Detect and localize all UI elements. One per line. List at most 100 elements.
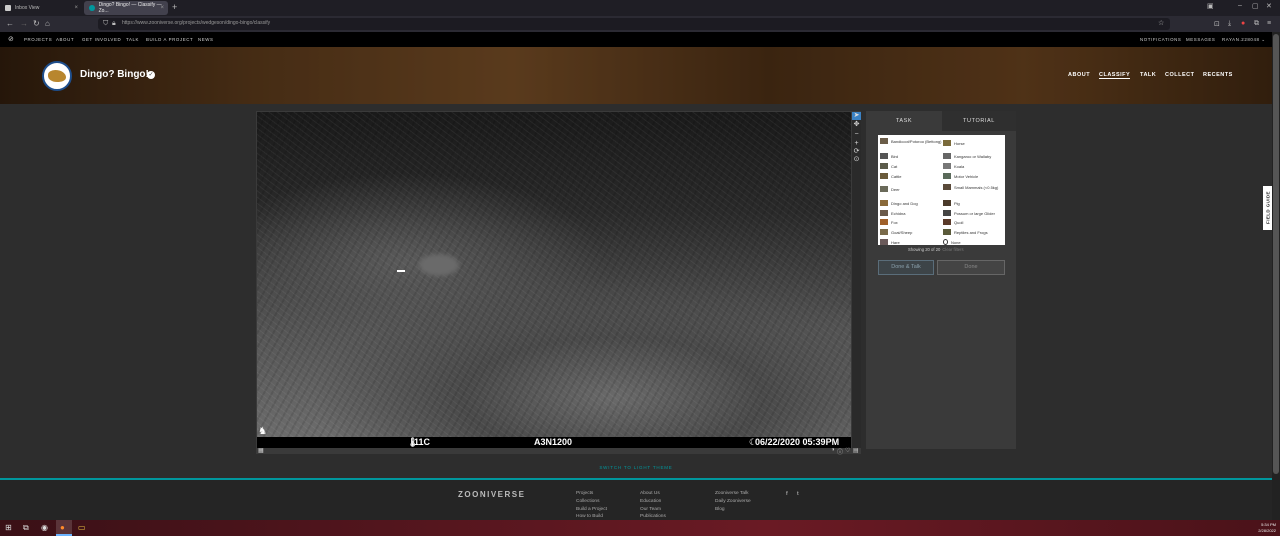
steam-icon[interactable]: ◉ xyxy=(41,523,48,532)
nav-build-a-project[interactable]: BUILD A PROJECT xyxy=(146,37,193,42)
choice-fox[interactable]: Fox xyxy=(880,219,898,225)
project-nav-talk[interactable]: TALK xyxy=(1140,72,1156,78)
favorite-heart-icon[interactable]: ♡ xyxy=(845,447,850,454)
facebook-icon[interactable]: f xyxy=(786,491,788,497)
zoom-in-icon[interactable]: + xyxy=(852,140,861,148)
pocket-icon[interactable]: ⊡ xyxy=(1214,20,1220,28)
footer-link-projects[interactable]: Projects xyxy=(576,491,593,496)
extension-icon[interactable]: ● xyxy=(1241,20,1245,27)
footer-link-about-us[interactable]: About Us xyxy=(640,491,660,496)
account-icon[interactable]: ▣ xyxy=(1207,2,1214,10)
new-tab-button[interactable]: + xyxy=(172,2,177,12)
done-and-talk-button[interactable]: Done & Talk xyxy=(878,260,934,275)
footer-link-talk[interactable]: Zooniverse Talk xyxy=(715,491,749,496)
close-window-icon[interactable]: ✕ xyxy=(1266,2,1272,10)
twitter-icon[interactable]: t xyxy=(797,491,799,497)
close-tab-icon[interactable]: × xyxy=(74,5,78,11)
footer-link-build[interactable]: Build a Project xyxy=(576,507,607,512)
browser-tab-inbox[interactable]: Inbox View × xyxy=(0,1,82,15)
downloads-icon[interactable]: ⤓ xyxy=(1228,20,1231,28)
pointer-tool-icon[interactable]: ➤ xyxy=(852,112,861,120)
bookmark-star-icon[interactable]: ☆ xyxy=(1158,19,1164,27)
nav-news[interactable]: NEWS xyxy=(198,37,214,42)
reload-icon[interactable]: ↻ xyxy=(33,19,40,28)
choice-reptiles[interactable]: Reptiles and Frogs xyxy=(943,229,988,235)
footer-link-blog[interactable]: Blog xyxy=(715,507,725,512)
zooniverse-logo-icon[interactable]: ⊘ xyxy=(8,35,14,43)
close-tab-icon[interactable]: × xyxy=(160,5,164,11)
choice-echidna[interactable]: Echidna xyxy=(880,210,905,216)
subject-image[interactable]: ♞ 🌡︎ 11C A3N1200 ☾ 06/22/2020 05:39PM xyxy=(257,112,851,448)
project-nav-classify[interactable]: CLASSIFY xyxy=(1099,72,1131,79)
choice-bandicoot[interactable]: Bandicoot/Potoroo (Bettong) xyxy=(880,138,942,144)
tab-tutorial[interactable]: TUTORIAL xyxy=(942,111,1016,131)
choice-goat-sheep[interactable]: Goat/Sheep xyxy=(880,229,912,235)
extensions-icon[interactable]: ⧉ xyxy=(1254,20,1259,28)
footer-link-education[interactable]: Education xyxy=(640,499,661,504)
move-tool-icon[interactable]: ✥ xyxy=(852,121,861,129)
contrast-icon[interactable]: ◑ xyxy=(831,447,835,453)
footer-link-our-team[interactable]: Our Team xyxy=(640,507,661,512)
switch-theme-link[interactable]: SWITCH TO LIGHT THEME xyxy=(0,465,1272,470)
choice-horse[interactable]: Horse xyxy=(943,140,965,146)
zoom-out-icon[interactable]: − xyxy=(852,131,861,139)
project-title[interactable]: Dingo? Bingo! xyxy=(80,69,149,80)
clear-filters-link[interactable]: Clear filters xyxy=(942,247,963,252)
scrollbar-thumb[interactable] xyxy=(1273,34,1279,474)
firefox-taskbar-button[interactable]: ● xyxy=(56,520,72,536)
choice-dingo[interactable]: Dingo and Dog xyxy=(880,200,918,206)
nav-talk[interactable]: TALK xyxy=(126,37,139,42)
forward-icon[interactable]: → xyxy=(20,19,28,28)
back-icon[interactable]: ← xyxy=(6,19,14,28)
footer-link-how-to-build[interactable]: How to Build xyxy=(576,514,603,519)
choice-bird[interactable]: Bird xyxy=(880,153,898,159)
footer-link-publications[interactable]: Publications xyxy=(640,514,666,519)
minimize-icon[interactable]: – xyxy=(1238,2,1242,9)
collections-icon[interactable]: ▤ xyxy=(853,447,859,454)
menu-icon[interactable]: ≡ xyxy=(1267,20,1271,27)
field-guide-button[interactable]: FIELD GUIDE xyxy=(1263,186,1272,230)
task-view-icon[interactable]: ⧉ xyxy=(23,523,29,533)
home-icon[interactable]: ⌂ xyxy=(45,19,50,28)
nav-messages[interactable]: MESSAGES xyxy=(1186,37,1215,42)
project-nav-recents[interactable]: RECENTS xyxy=(1203,72,1233,78)
choice-kangaroo[interactable]: Kangaroo or Wallaby xyxy=(943,153,991,159)
file-explorer-icon[interactable]: ▭ xyxy=(78,523,86,532)
tab-task[interactable]: TASK xyxy=(866,111,942,131)
footer-logo[interactable]: ZOONIVERSE xyxy=(458,490,525,499)
nav-projects[interactable]: PROJECTS xyxy=(24,37,52,42)
footer-link-daily[interactable]: Daily Zooniverse xyxy=(715,499,751,504)
footer-link-collections[interactable]: Collections xyxy=(576,499,599,504)
reset-icon[interactable]: ⊙ xyxy=(852,156,861,164)
url-bar[interactable]: ⛉ 🔒︎ https://www.zooniverse.org/projects… xyxy=(98,18,1170,30)
browser-tab-dingo[interactable]: Dingo? Bingo! — Classify — Zo... × xyxy=(84,1,168,15)
choice-motor-vehicle[interactable]: Motor Vehicle xyxy=(943,173,978,179)
windows-start-icon[interactable]: ⊞ xyxy=(5,523,12,532)
done-button[interactable]: Done xyxy=(937,260,1005,275)
nav-notifications[interactable]: NOTIFICATIONS xyxy=(1140,37,1181,42)
project-nav-about[interactable]: ABOUT xyxy=(1068,72,1090,78)
rotate-icon[interactable]: ⟳ xyxy=(852,148,861,156)
page-scrollbar[interactable] xyxy=(1272,32,1280,520)
nav-get-involved[interactable]: GET INVOLVED xyxy=(82,37,121,42)
choice-none[interactable]: None xyxy=(943,239,961,245)
maximize-icon[interactable]: ▢ xyxy=(1252,2,1259,10)
project-nav-collect[interactable]: COLLECT xyxy=(1165,72,1194,78)
choice-quoll[interactable]: Quoll xyxy=(943,219,963,225)
choice-koala[interactable]: Koala xyxy=(943,163,964,169)
choice-cat[interactable]: Cat xyxy=(880,163,897,169)
nav-about[interactable]: ABOUT xyxy=(56,37,74,42)
choice-cattle[interactable]: Cattle xyxy=(880,173,901,179)
url-text[interactable]: https://www.zooniverse.org/projects/wedg… xyxy=(122,20,270,26)
lock-icon[interactable]: 🔒︎ xyxy=(112,20,116,28)
grid-icon[interactable]: ▦ xyxy=(258,447,264,454)
system-clock[interactable]: 5:34 PM 2/28/2022 xyxy=(1258,522,1276,534)
project-avatar[interactable] xyxy=(42,61,72,91)
shield-icon[interactable]: ⛉ xyxy=(103,20,108,28)
choice-possum[interactable]: Possum or large Glider xyxy=(943,210,995,216)
choice-small-mammals[interactable]: Small Mammals (<0.5kg) xyxy=(943,184,1003,190)
info-icon[interactable]: ⓘ xyxy=(837,447,843,456)
choice-deer[interactable]: Deer xyxy=(880,186,900,192)
nav-user-menu[interactable]: RAYAN.228048 ⌄ xyxy=(1222,37,1266,43)
choice-pig[interactable]: Pig xyxy=(943,200,960,206)
